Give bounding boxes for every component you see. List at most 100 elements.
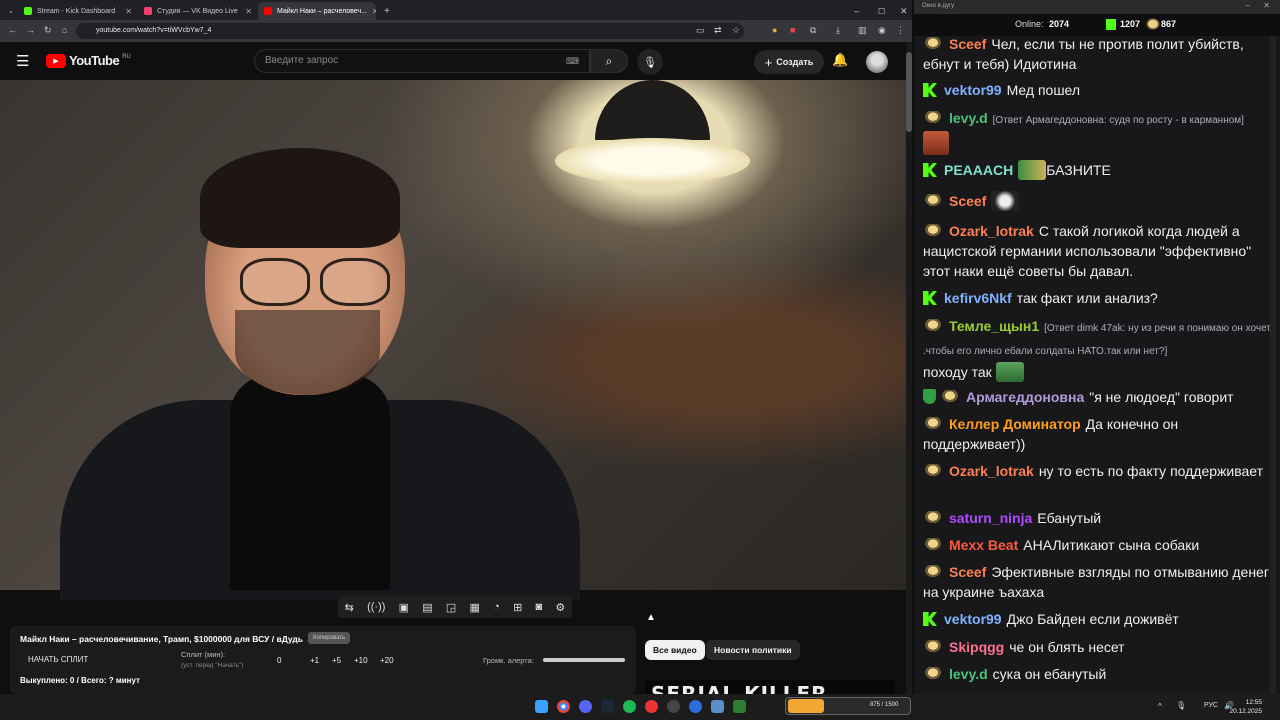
chat-username[interactable]: Sceef <box>949 564 986 580</box>
tab-search-icon[interactable]: ⌄ <box>2 2 18 20</box>
close-icon[interactable]: ✕ <box>245 7 252 16</box>
voice-search-button[interactable]: 🎙 <box>637 49 663 75</box>
tab-youtube-video[interactable]: Майкл Наки – расчеловеч... ✕ <box>258 2 376 20</box>
chip-all-videos[interactable]: Все видео <box>645 640 705 660</box>
minimize-icon[interactable]: – <box>848 2 862 20</box>
create-button[interactable]: + Создать <box>754 50 824 74</box>
app-icon[interactable] <box>733 700 746 713</box>
windows-start-icon[interactable] <box>535 700 548 713</box>
menu-kebab-icon[interactable]: ⋮ <box>896 25 905 36</box>
chat-message: Sceef Эфективные взгляды по отмыванию ден… <box>923 562 1275 602</box>
app-icon[interactable] <box>645 700 658 713</box>
chat-username[interactable]: Ozark_lotrak <box>949 223 1034 239</box>
close-icon[interactable]: ✕ <box>372 7 376 16</box>
hamburger-menu-icon[interactable]: ☰ <box>16 52 29 70</box>
avatar[interactable] <box>866 51 888 73</box>
extension-icon[interactable]: ● <box>772 25 777 35</box>
back-icon[interactable]: ← <box>8 25 17 35</box>
tray-chevron-icon[interactable]: ^ <box>1158 702 1162 711</box>
forward-icon[interactable]: → <box>26 25 35 35</box>
split-label: Сплит (мин): <box>181 650 226 659</box>
steam-icon[interactable] <box>601 700 614 713</box>
bookmark-star-icon[interactable]: ☆ <box>732 25 740 36</box>
extension-icon[interactable]: ■ <box>790 25 795 35</box>
settings-gear-icon[interactable]: ⚙ <box>555 601 565 614</box>
chat-username[interactable]: saturn_ninja <box>949 510 1032 526</box>
chat-scrollbar[interactable] <box>1270 36 1276 694</box>
extensions-puzzle-icon[interactable]: ⧉ <box>810 25 816 36</box>
add-1-button[interactable]: +1 <box>310 656 319 665</box>
split-view-icon[interactable]: ▥ <box>858 25 867 36</box>
translate-icon[interactable]: ⇄ <box>714 25 722 36</box>
speed-gauge-icon[interactable]: ◔ <box>493 601 500 613</box>
clock[interactable]: 12:55 20.12.2025 <box>1229 698 1262 716</box>
add-10-button[interactable]: +10 <box>354 656 368 665</box>
user-mascot-badge-icon <box>923 319 943 333</box>
chat-username[interactable]: Армагеддоновна <box>966 389 1084 405</box>
spotify-icon[interactable] <box>623 700 636 713</box>
chat-username[interactable]: Келлер Доминатор <box>949 416 1081 432</box>
chat-username[interactable]: levy.d <box>949 666 988 682</box>
chat-username[interactable]: Mexx Beat <box>949 537 1018 553</box>
split-hint: (уст. перед "Начать") <box>181 662 244 669</box>
url-input[interactable]: youtube.com/watch?v=tiWVcbYw7_4 <box>76 23 744 39</box>
profile-icon[interactable]: ◉ <box>878 25 886 36</box>
chat-username[interactable]: Sceef <box>949 193 986 209</box>
chat-username[interactable]: levy.d <box>949 110 988 126</box>
new-tab-button[interactable]: + <box>378 2 394 20</box>
add-frame-icon[interactable]: ⊞ <box>513 601 522 614</box>
youtube-logo[interactable]: ▶ YouTube RU <box>46 53 131 68</box>
broadcast-icon[interactable]: ((·)) <box>367 601 385 613</box>
download-icon[interactable]: ⤓ <box>836 25 840 36</box>
chat-username[interactable]: vektor99 <box>944 82 1002 98</box>
close-icon[interactable]: ✕ <box>125 7 132 16</box>
video-frame-person-hair <box>200 148 400 248</box>
minimize-icon[interactable]: – <box>1246 1 1250 10</box>
split-value-input[interactable]: 0 <box>277 656 281 665</box>
alert-volume-slider[interactable] <box>543 658 625 662</box>
search-input[interactable]: Введите запрос ⌨ <box>254 49 590 73</box>
screenshot-camera-icon[interactable]: ◙ <box>536 601 543 613</box>
keyboard-icon[interactable]: ⌨ <box>566 50 579 72</box>
maximize-icon[interactable]: ☐ <box>872 2 886 20</box>
picture-in-picture-icon[interactable]: ◲ <box>446 601 456 614</box>
start-split-button[interactable]: НАЧАТЬ СПЛИТ <box>28 655 88 664</box>
chat-username[interactable]: Темле_щын1 <box>949 318 1039 334</box>
theater-icon[interactable]: ▦ <box>470 601 480 614</box>
home-icon[interactable]: ⌂ <box>62 25 67 35</box>
page-scrollbar[interactable] <box>906 42 912 694</box>
chat-username[interactable]: Sceef <box>949 36 986 52</box>
close-icon[interactable]: ✕ <box>1263 1 1270 10</box>
chat-username[interactable]: kefirv6Nkf <box>944 290 1012 306</box>
chat-username[interactable]: Ozark_lotrak <box>949 463 1034 479</box>
game-widget[interactable]: 875 / 1500 <box>785 697 911 715</box>
obs-icon[interactable] <box>667 700 680 713</box>
media-player-icon[interactable] <box>689 700 702 713</box>
chrome-icon[interactable] <box>557 700 570 713</box>
add-20-button[interactable]: +20 <box>380 656 394 665</box>
telegram-icon[interactable] <box>711 700 724 713</box>
clapper-icon[interactable]: ▤ <box>422 601 432 614</box>
notifications-bell-icon[interactable]: 🔔 <box>832 52 848 68</box>
chat-username[interactable]: vektor99 <box>944 611 1002 627</box>
page-scrollbar-thumb[interactable] <box>906 52 912 132</box>
reload-icon[interactable]: ↻ <box>44 25 52 36</box>
close-window-icon[interactable]: ✕ <box>894 2 908 20</box>
preview-icon[interactable]: ▣ <box>399 601 409 614</box>
chat-window-titlebar: Окно в дугу – ✕ <box>914 0 1280 14</box>
discord-icon[interactable] <box>579 700 592 713</box>
chat-username[interactable]: PEAAACH <box>944 162 1013 178</box>
loop-icon[interactable]: ⇆ <box>345 601 354 614</box>
recommended-video-thumbnail[interactable]: SERIAL KILLER <box>645 680 895 694</box>
cast-icon[interactable]: ▭ <box>696 25 705 36</box>
vk-video-icon <box>144 7 152 15</box>
tab-vk-studio[interactable]: Студия — VK Видео Live ✕ <box>138 2 258 20</box>
chip-politics-news[interactable]: Новости политики <box>706 640 800 660</box>
microphone-tray-icon[interactable]: 🎙 <box>1176 701 1186 710</box>
chat-username[interactable]: Skipqgg <box>949 639 1004 655</box>
language-indicator[interactable]: РУС <box>1204 702 1218 709</box>
tab-kick-dashboard[interactable]: Stream - Kick Dashboard ✕ <box>18 2 138 20</box>
copy-button[interactable]: Копировать <box>308 632 351 644</box>
search-button[interactable]: ⌕ <box>590 49 628 73</box>
add-5-button[interactable]: +5 <box>332 656 341 665</box>
